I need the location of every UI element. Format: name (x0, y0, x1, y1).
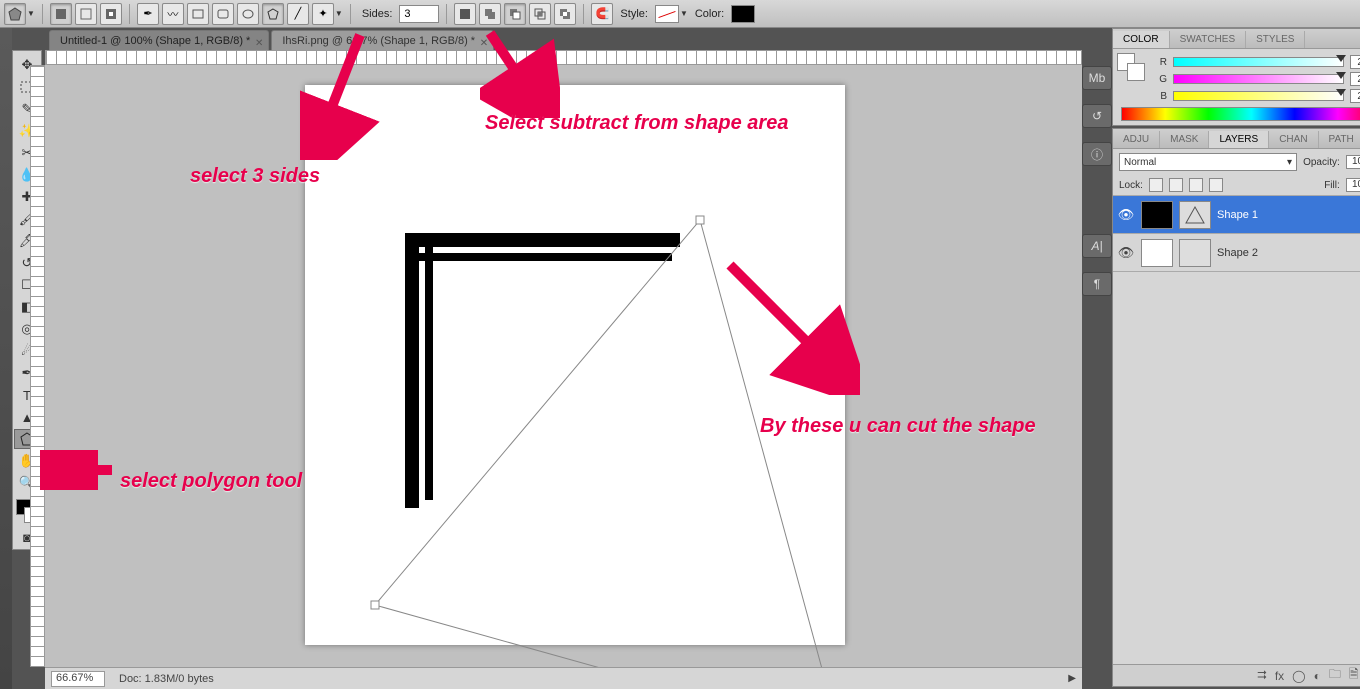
tab-layers[interactable]: LAYERS (1209, 131, 1269, 148)
layer-thumb[interactable] (1141, 239, 1173, 267)
history-icon[interactable]: ↺ (1082, 104, 1112, 128)
blend-mode-select[interactable]: Normal▾ (1119, 153, 1297, 171)
ellipse-shape-icon[interactable] (237, 3, 259, 25)
tab-masks[interactable]: MASK (1160, 131, 1209, 148)
minibridge-icon[interactable]: Mb (1082, 66, 1112, 90)
pen-icon[interactable]: ✒ (137, 3, 159, 25)
info-icon[interactable]: ⓘ (1082, 142, 1112, 166)
polygon-tool-preset-icon[interactable] (4, 3, 26, 25)
freeform-pen-icon[interactable]: 〰 (162, 3, 184, 25)
ruler-horizontal[interactable] (45, 50, 1082, 65)
slider-r[interactable] (1173, 57, 1344, 67)
layers-footer: ⮆ fx ◯ ◐ 🗀 🗎 🗑 (1113, 664, 1360, 686)
document-tab-2-label: IhsRi.png @ 66.7% (Shape 1, RGB/8) * (282, 35, 475, 47)
status-bar: 66.67% Doc: 1.83M/0 bytes ▶ (45, 667, 1082, 689)
layer-name: Shape 2 (1217, 247, 1258, 259)
canvas-area[interactable] (45, 65, 1082, 667)
vector-mask-thumb[interactable] (1179, 201, 1211, 229)
rounded-rect-shape-icon[interactable] (212, 3, 234, 25)
fill-input[interactable]: 100% (1346, 178, 1360, 192)
line-shape-icon[interactable]: ╱ (287, 3, 309, 25)
opacity-input[interactable]: 100% (1346, 155, 1360, 169)
lock-all-icon[interactable] (1209, 178, 1223, 192)
colorpanel-bg-swatch[interactable] (1127, 63, 1145, 81)
lock-label: Lock: (1119, 180, 1143, 191)
color-label: Color: (695, 8, 724, 20)
document-tabs: Untitled-1 @ 100% (Shape 1, RGB/8) * ✕ I… (45, 28, 1100, 50)
polygon-shape-icon[interactable] (262, 3, 284, 25)
ruler-vertical[interactable] (30, 65, 45, 667)
fill-label: Fill: (1324, 180, 1340, 191)
style-picker[interactable] (655, 5, 679, 23)
document-tab-2[interactable]: IhsRi.png @ 66.7% (Shape 1, RGB/8) * ✕ (271, 30, 494, 50)
chevron-down-icon[interactable]: ▼ (27, 9, 35, 18)
tab-paths[interactable]: PATH (1319, 131, 1360, 148)
g-label: G (1157, 74, 1167, 85)
chevron-down-icon[interactable]: ▼ (680, 9, 688, 18)
document-tab-1-label: Untitled-1 @ 100% (Shape 1, RGB/8) * (60, 35, 250, 47)
snap-icon[interactable]: 🧲 (591, 3, 613, 25)
paths-mode-icon[interactable] (75, 3, 97, 25)
tab-adjustments[interactable]: ADJU (1113, 131, 1160, 148)
value-g[interactable]: 255 (1350, 72, 1360, 86)
new-layer-icon[interactable]: 🗎 (1349, 665, 1359, 686)
tab-swatches[interactable]: SWATCHES (1170, 31, 1247, 48)
path-op-add-icon[interactable] (479, 3, 501, 25)
mask-icon[interactable]: ◯ (1292, 669, 1305, 683)
zoom-input[interactable]: 66.67% (51, 671, 105, 687)
visibility-icon[interactable]: 👁 (1117, 245, 1135, 261)
style-label: Style: (620, 8, 648, 20)
sides-label: Sides: (362, 8, 393, 20)
lock-pixels-icon[interactable] (1169, 178, 1183, 192)
shape-l (405, 233, 680, 508)
visibility-icon[interactable]: 👁 (1117, 207, 1135, 223)
sides-input[interactable] (399, 5, 439, 23)
tab-channels[interactable]: CHAN (1269, 131, 1318, 148)
lock-position-icon[interactable] (1189, 178, 1203, 192)
path-op-new-icon[interactable] (454, 3, 476, 25)
document-tab-1[interactable]: Untitled-1 @ 100% (Shape 1, RGB/8) * ✕ (49, 30, 269, 50)
character-icon[interactable]: A| (1082, 234, 1112, 258)
layer-thumb[interactable] (1141, 201, 1173, 229)
right-dock: Mb ↺ ⓘ A| ¶ COLOR SWATCHES STYLES ▾≡ R (1082, 28, 1360, 689)
color-picker[interactable] (731, 5, 755, 23)
path-op-subtract-icon[interactable] (504, 3, 526, 25)
layer-name: Shape 1 (1217, 209, 1258, 221)
paragraph-icon[interactable]: ¶ (1082, 272, 1112, 296)
left-dock-strip (0, 28, 12, 689)
value-b[interactable]: 255 (1350, 89, 1360, 103)
layer-row-shape2[interactable]: 👁 Shape 2 (1113, 234, 1360, 272)
spectrum-strip[interactable] (1121, 107, 1360, 121)
artboard[interactable] (305, 85, 845, 645)
status-play-icon[interactable]: ▶ (1068, 673, 1076, 684)
doc-size-label: Doc: 1.83M/0 bytes (119, 673, 214, 685)
options-bar: ▼ ✒ 〰 ╱ ✦ ▼ Sides: 🧲 Style: ▼ Color: (0, 0, 1360, 28)
r-label: R (1157, 57, 1167, 68)
fill-pixels-mode-icon[interactable] (100, 3, 122, 25)
group-icon[interactable]: 🗀 (1329, 665, 1341, 686)
layers-panel: ADJU MASK LAYERS CHAN PATH ▾≡ Normal▾ Op… (1112, 128, 1360, 687)
tab-styles[interactable]: STYLES (1246, 31, 1305, 48)
value-r[interactable]: 255 (1350, 55, 1360, 69)
opacity-label: Opacity: (1303, 157, 1340, 168)
rectangle-shape-icon[interactable] (187, 3, 209, 25)
layer-row-shape1[interactable]: 👁 Shape 1 (1113, 196, 1360, 234)
fx-icon[interactable]: fx (1275, 669, 1284, 683)
path-op-intersect-icon[interactable] (529, 3, 551, 25)
slider-g[interactable] (1173, 74, 1344, 84)
color-panel: COLOR SWATCHES STYLES ▾≡ R 255 G (1112, 28, 1360, 126)
vector-mask-thumb[interactable] (1179, 239, 1211, 267)
lock-transparency-icon[interactable] (1149, 178, 1163, 192)
tab-color[interactable]: COLOR (1113, 31, 1170, 48)
path-op-exclude-icon[interactable] (554, 3, 576, 25)
slider-b[interactable] (1173, 91, 1344, 101)
dock-icon-strip: Mb ↺ ⓘ A| ¶ (1082, 28, 1112, 689)
adjustment-icon[interactable]: ◐ (1314, 669, 1321, 683)
shape-layers-mode-icon[interactable] (50, 3, 72, 25)
link-layers-icon[interactable]: ⮆ (1257, 668, 1267, 683)
custom-shape-icon[interactable]: ✦ (312, 3, 334, 25)
chevron-down-icon[interactable]: ▼ (335, 9, 343, 18)
b-label: B (1157, 91, 1167, 102)
